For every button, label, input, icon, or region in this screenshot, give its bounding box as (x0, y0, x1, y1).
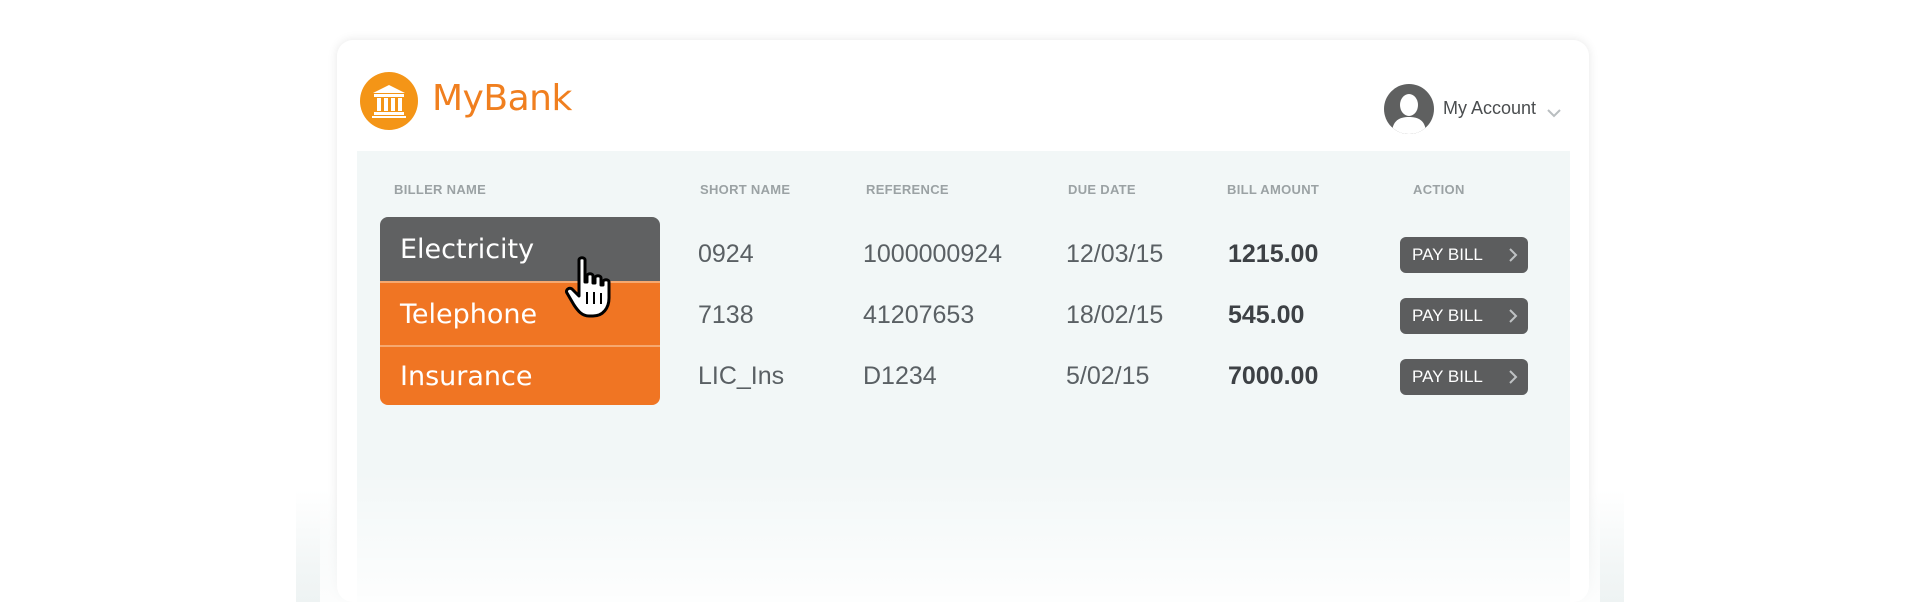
user-avatar-icon[interactable] (1384, 84, 1434, 134)
short-name-cell: 0924 (698, 240, 754, 268)
header-due-date: DUE DATE (1068, 182, 1136, 197)
bank-icon (360, 72, 418, 130)
short-name-cell: LIC_Ins (698, 362, 785, 390)
due-date-cell: 18/02/15 (1066, 301, 1164, 329)
bottom-fade (320, 470, 1600, 602)
reference-cell: 1000000924 (863, 240, 1003, 268)
pay-bill-label: PAY BILL (1412, 367, 1483, 386)
pay-bill-button[interactable]: PAY BILL (1400, 237, 1528, 273)
header-reference: REFERENCE (866, 182, 949, 197)
short-name-cell: 7138 (698, 301, 754, 329)
pay-bill-button[interactable]: PAY BILL (1400, 359, 1528, 395)
brand-name: MyBank (432, 78, 572, 119)
biller-label: Telephone (400, 298, 538, 330)
chevron-right-icon (1508, 369, 1518, 390)
due-date-cell: 5/02/15 (1066, 362, 1150, 390)
biller-label: Electricity (400, 233, 535, 265)
header-biller-name: BILLER NAME (394, 182, 487, 197)
amount-cell: 7000.00 (1228, 362, 1319, 390)
chevron-right-icon (1508, 247, 1518, 268)
reference-cell: 41207653 (863, 301, 975, 329)
pay-bill-label: PAY BILL (1412, 306, 1483, 325)
amount-cell: 1215.00 (1228, 240, 1319, 268)
due-date-cell: 12/03/15 (1066, 240, 1164, 268)
amount-cell: 545.00 (1228, 301, 1305, 329)
header-action: ACTION (1413, 182, 1465, 197)
chevron-right-icon (1508, 308, 1518, 329)
header-short-name: SHORT NAME (700, 182, 791, 197)
pay-bill-label: PAY BILL (1412, 245, 1483, 264)
my-account-menu[interactable]: My Account (1443, 98, 1536, 119)
biller-label: Insurance (400, 360, 533, 392)
reference-cell: D1234 (863, 362, 937, 390)
hand-cursor-icon (565, 256, 619, 324)
chevron-down-icon[interactable] (1547, 103, 1561, 122)
pay-bill-button[interactable]: PAY BILL (1400, 298, 1528, 334)
header-bill-amount: BILL AMOUNT (1227, 182, 1320, 197)
biller-item-insurance[interactable]: Insurance (380, 347, 660, 405)
